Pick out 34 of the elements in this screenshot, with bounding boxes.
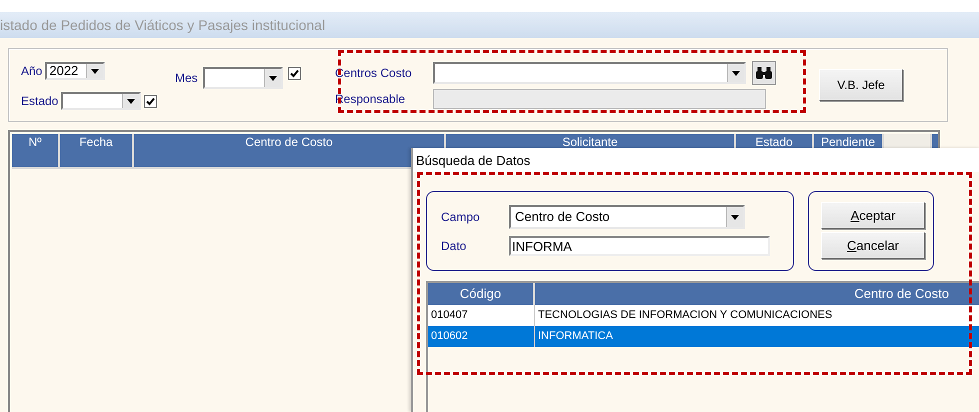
status-dropdown[interactable] — [61, 92, 142, 110]
dialog-title: Búsqueda de Datos — [413, 148, 979, 172]
data-field[interactable]: INFORMA — [509, 236, 770, 256]
column-header[interactable]: Fecha — [79, 136, 113, 149]
table-cell: 010602 — [428, 326, 535, 347]
table-row[interactable]: 010602 INFORMATICA — [428, 326, 979, 347]
data-label: Dato — [441, 239, 468, 253]
column-header[interactable]: Centro de Costo — [245, 136, 333, 149]
year-dropdown[interactable]: 2022 — [45, 62, 106, 80]
status-label: Estado — [21, 94, 58, 108]
column-header[interactable]: Solicitante — [562, 136, 618, 149]
vb-jefe-button[interactable]: V.B. Jefe — [819, 69, 903, 101]
column-header[interactable]: Código — [428, 283, 535, 305]
month-dropdown[interactable] — [202, 67, 283, 89]
column-header[interactable]: Pendiente — [820, 136, 876, 149]
checkbox[interactable] — [144, 94, 158, 108]
accept-button[interactable]: Aceptar — [821, 202, 925, 229]
binoculars-icon[interactable] — [752, 61, 776, 85]
column-header[interactable]: Estado — [755, 136, 793, 149]
table-cell-text: INFORMATICA — [537, 329, 614, 344]
field-label: Campo — [441, 210, 481, 224]
table-row[interactable]: 010407 TECNOLOGIAS DE INFORMACION Y COMUNICACIONES — [428, 305, 979, 326]
cancel-button[interactable]: Cancelar — [821, 232, 925, 259]
cost-center-dropdown[interactable] — [433, 62, 746, 84]
window-title: istado de Pedidos de Viáticos y Pasajes institucional — [0, 17, 326, 33]
month-label: Mes — [175, 71, 198, 85]
checkbox[interactable] — [288, 67, 301, 80]
responsible-label: Responsable — [335, 92, 406, 106]
year-label: Año — [21, 64, 42, 78]
field-dropdown[interactable]: Centro de Costo — [509, 205, 745, 229]
table-cell-text: TECNOLOGIAS DE INFORMACION Y COMUNICACIONES — [537, 308, 834, 323]
column-header[interactable]: Nº — [28, 136, 42, 149]
cost-center-label: Centros Costo — [335, 66, 413, 80]
column-header[interactable]: Centro de Costo — [535, 283, 979, 305]
